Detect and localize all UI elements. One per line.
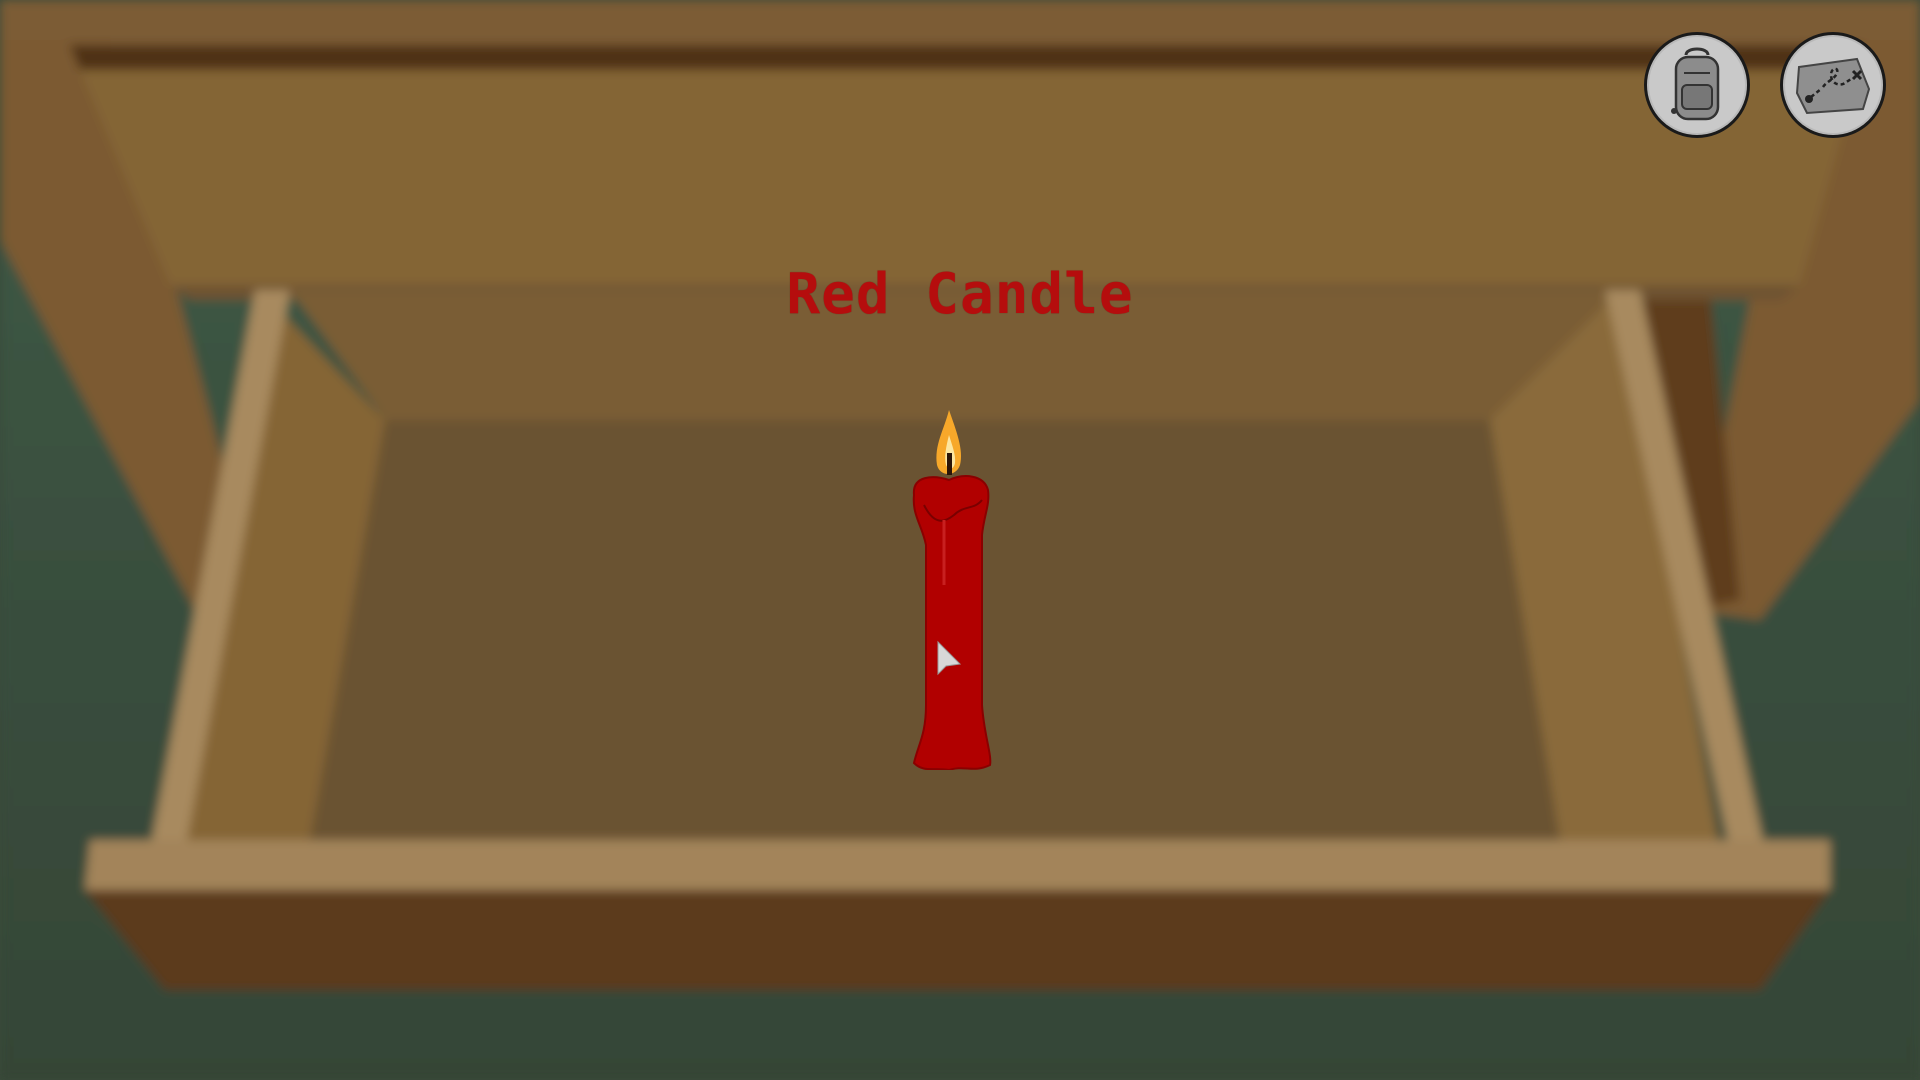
map-icon — [1793, 53, 1873, 117]
mouse-cursor — [937, 640, 962, 676]
game-scene: Red Candle — [0, 0, 1920, 1080]
backpack-button[interactable] — [1644, 32, 1750, 138]
backpack-icon — [1662, 45, 1732, 125]
red-candle-item[interactable] — [904, 405, 1024, 770]
item-title: Red Candle — [786, 262, 1134, 327]
map-button[interactable] — [1780, 32, 1886, 138]
